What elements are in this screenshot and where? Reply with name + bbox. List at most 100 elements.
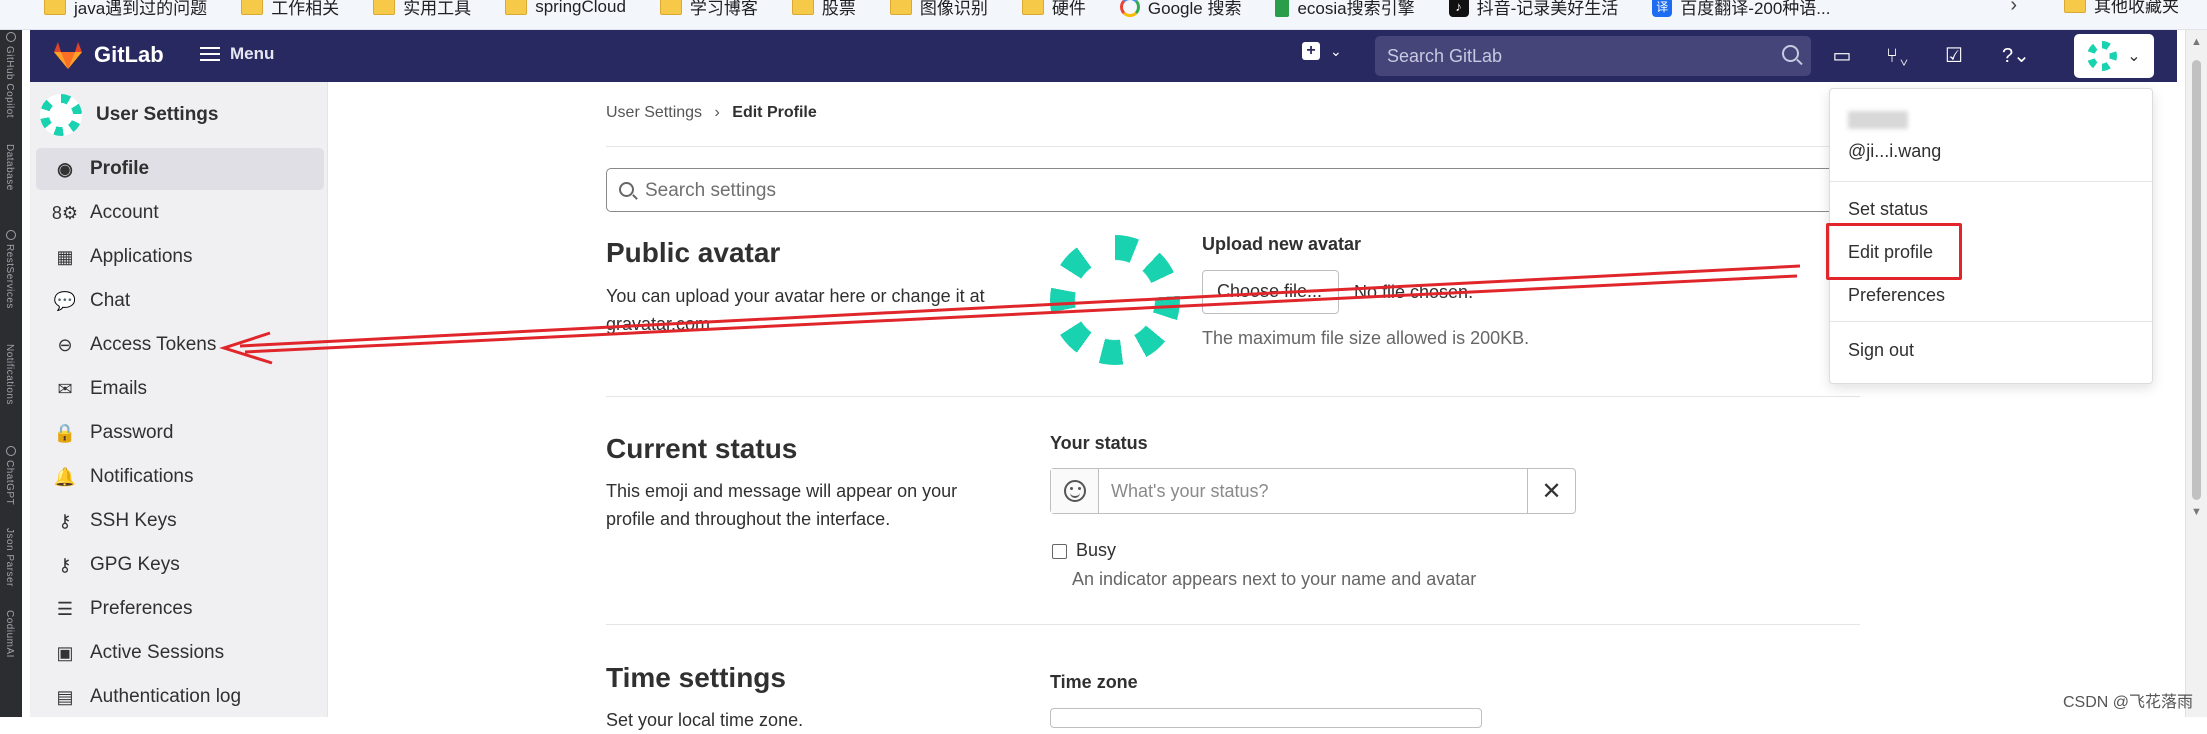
sidebar-item-gpg-keys[interactable]: ⚷ GPG Keys xyxy=(36,544,324,586)
ecosia-icon xyxy=(1275,0,1290,17)
upload-avatar-label: Upload new avatar xyxy=(1202,234,1362,254)
bookmark[interactable]: 实用工具 xyxy=(373,0,471,19)
bell-icon: 🔔 xyxy=(53,466,77,487)
breadcrumb-parent[interactable]: User Settings xyxy=(606,104,702,121)
bookmark[interactable]: 工作相关 xyxy=(241,0,339,19)
ide-tab[interactable]: Json Parser xyxy=(4,528,15,587)
hamburger-icon xyxy=(200,47,220,61)
rest-icon[interactable] xyxy=(6,230,16,240)
other-bookmarks[interactable]: 其他收藏夹 xyxy=(2064,0,2179,17)
choose-file-button[interactable]: Choose file... xyxy=(1202,270,1339,314)
busy-help-text: An indicator appears next to your name a… xyxy=(1072,569,1477,589)
bookmark[interactable]: 硬件 xyxy=(1021,0,1086,19)
bookmark[interactable]: 股票 xyxy=(791,0,856,19)
bookmark[interactable]: ecosia搜索引擎 xyxy=(1275,0,1415,19)
global-search-input[interactable]: Search GitLab xyxy=(1375,36,1811,76)
menu-button[interactable]: Menu xyxy=(200,44,274,64)
folder-icon xyxy=(791,0,814,15)
chevron-right-icon[interactable]: › xyxy=(2010,0,2017,17)
sidebar-item-authentication-log[interactable]: ▤ Authentication log xyxy=(36,676,324,718)
scroll-thumb[interactable] xyxy=(2192,60,2201,500)
folder-icon xyxy=(373,0,396,15)
ide-tab[interactable]: GitHub Copilot xyxy=(4,46,15,118)
user-handle[interactable]: @ji...i.wang xyxy=(1848,141,1941,162)
bookmark[interactable]: 图像识别 xyxy=(889,0,988,19)
busy-checkbox[interactable] xyxy=(1052,544,1067,559)
chevron-down-icon: ⌄ xyxy=(2127,48,2141,65)
folder-icon xyxy=(659,0,682,15)
create-new-button[interactable]: + ⌄ xyxy=(1302,42,1342,60)
folder-icon xyxy=(1021,0,1044,15)
section-description: You can upload your avatar here or chang… xyxy=(606,286,985,306)
ide-tab[interactable]: CodiumAI xyxy=(4,610,15,658)
sidebar-item-profile[interactable]: ◉ Profile xyxy=(36,148,324,190)
user-display-name xyxy=(1848,111,1908,129)
ide-tool-strip: GitHub Copilot Database RestServices Not… xyxy=(0,30,22,717)
section-description: profile and throughout the interface. xyxy=(606,509,891,529)
clear-status-button[interactable]: ✕ xyxy=(1527,469,1575,513)
bookmark[interactable]: springCloud xyxy=(505,0,626,17)
tiktok-icon: ♪ xyxy=(1448,0,1469,17)
todo-icon[interactable]: ☑ xyxy=(1942,44,1966,68)
busy-label[interactable]: Busy xyxy=(1076,540,1116,561)
token-icon: ⊖ xyxy=(57,334,73,355)
bookmark[interactable]: java遇到过的问题 xyxy=(44,0,207,19)
gitlab-home-link[interactable]: GitLab xyxy=(52,40,164,70)
page-scrollbar[interactable]: ▲ ▼ xyxy=(2185,30,2207,717)
menu-item-preferences[interactable]: Preferences xyxy=(1848,285,1945,306)
scroll-up-icon[interactable]: ▲ xyxy=(2191,36,2202,48)
sidebar-item-password[interactable]: 🔒 Password xyxy=(36,412,324,454)
max-file-size-text: The maximum file size allowed is 200KB. xyxy=(1202,328,1530,348)
ide-tab[interactable]: ChatGPT xyxy=(4,460,15,505)
menu-item-set-status[interactable]: Set status xyxy=(1848,199,1928,220)
sidebar-item-account[interactable]: 8⚙ Account xyxy=(36,192,324,234)
status-field: What's your status? ✕ xyxy=(1050,468,1576,514)
merge-requests-icon[interactable]: ⑂⌄ xyxy=(1878,44,1918,68)
scroll-down-icon[interactable]: ▼ xyxy=(2191,506,2202,518)
section-title: Public avatar xyxy=(606,237,781,268)
annotation-highlight-box xyxy=(1826,223,1962,280)
sidebar-item-ssh-keys[interactable]: ⚷ SSH Keys xyxy=(36,500,324,542)
user-menu-button[interactable]: ⌄ xyxy=(2074,34,2154,78)
divider xyxy=(1830,181,2152,182)
help-icon[interactable]: ?⌄ xyxy=(1994,44,2038,68)
bookmark[interactable]: ♪ 抖音-记录美好生活 xyxy=(1448,0,1618,19)
folder-icon xyxy=(2064,0,2086,13)
breadcrumb: User Settings › Edit Profile xyxy=(606,104,817,122)
key-icon: ⚷ xyxy=(58,554,72,575)
sidebar-header[interactable]: User Settings xyxy=(40,94,218,136)
ide-tab[interactable]: Notifications xyxy=(4,344,15,405)
copilot-icon[interactable] xyxy=(6,32,16,42)
log-icon: ▤ xyxy=(56,686,74,707)
chatgpt-icon[interactable] xyxy=(6,446,16,456)
close-icon: ✕ xyxy=(1541,477,1562,505)
sidebar-item-access-tokens[interactable]: ⊖ Access Tokens xyxy=(36,324,324,366)
time-zone-select[interactable] xyxy=(1050,708,1482,728)
search-settings-input[interactable]: Search settings xyxy=(606,168,1840,212)
search-icon xyxy=(1782,45,1799,62)
sidebar-item-emails[interactable]: ✉ Emails xyxy=(36,368,324,410)
gravatar-link[interactable]: gravatar.com xyxy=(606,310,710,338)
sidebar-item-active-sessions[interactable]: ▣ Active Sessions xyxy=(36,632,324,674)
divider xyxy=(606,396,1860,397)
sidebar-item-preferences[interactable]: ☰ Preferences xyxy=(36,588,324,630)
sidebar-item-chat[interactable]: 💬 Chat xyxy=(36,280,324,322)
ide-tab[interactable]: RestServices xyxy=(4,244,15,309)
issues-icon[interactable]: ▭ xyxy=(1830,44,1854,68)
bookmark[interactable]: Google 搜索 xyxy=(1119,0,1241,19)
sidebar-item-applications[interactable]: ▦ Applications xyxy=(36,236,324,278)
status-message-input[interactable]: What's your status? xyxy=(1111,481,1269,502)
profile-icon: ◉ xyxy=(57,158,73,179)
emoji-picker-button[interactable] xyxy=(1051,469,1099,513)
sidebar-item-notifications[interactable]: 🔔 Notifications xyxy=(36,456,324,498)
mail-icon: ✉ xyxy=(57,378,73,399)
section-description: Set your local time zone. xyxy=(606,710,804,730)
bookmark[interactable]: 译百度翻译-200种语... xyxy=(1652,0,1830,19)
account-icon: 8⚙ xyxy=(51,202,79,223)
bookmark[interactable]: 学习博客 xyxy=(659,0,758,19)
avatar xyxy=(1050,235,1180,365)
menu-item-sign-out[interactable]: Sign out xyxy=(1848,340,1914,361)
user-settings-sidebar: User Settings ◉ Profile 8⚙ Account ▦ Applic… xyxy=(30,82,328,717)
ide-tab[interactable]: Database xyxy=(4,144,15,191)
watermark: CSDN @飞花落雨 xyxy=(2062,694,2193,711)
